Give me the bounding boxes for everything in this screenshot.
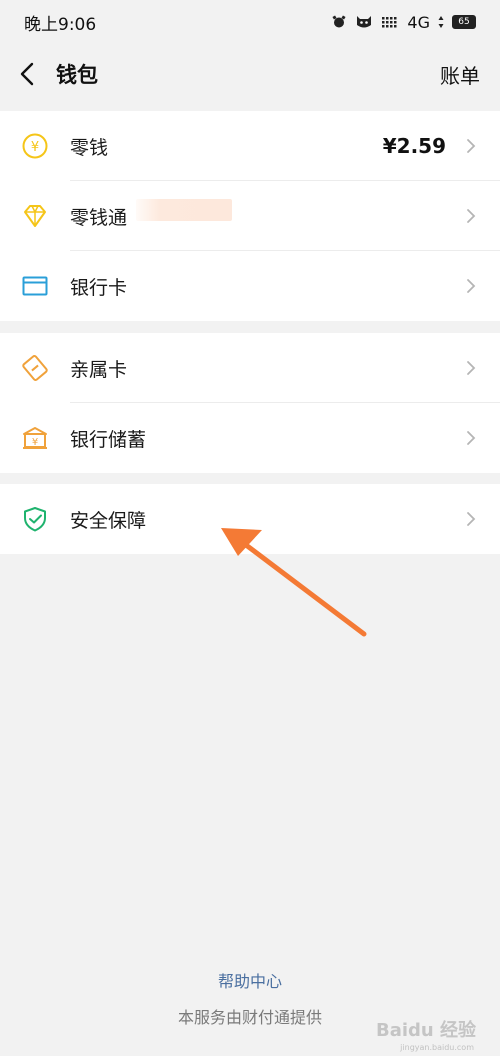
bill-link[interactable]: 账单 xyxy=(440,60,480,89)
svg-text:¥: ¥ xyxy=(32,437,38,448)
svg-text:¥: ¥ xyxy=(31,140,39,155)
status-time: 晚上9:06 xyxy=(24,14,97,35)
row-label: 银行卡 xyxy=(70,276,128,299)
page-title: 钱包 xyxy=(56,63,98,87)
chevron-right-icon xyxy=(456,484,486,554)
status-bar: 晚上9:06 4G 65 xyxy=(0,0,500,44)
watermark: Baidu 经验 xyxy=(375,1020,476,1041)
back-arrow-icon xyxy=(20,62,34,86)
row-label: 亲属卡 xyxy=(70,358,128,381)
shield-check-icon xyxy=(20,504,50,534)
redacted-patch xyxy=(136,199,232,221)
row-bank-card[interactable]: 银行卡 xyxy=(0,251,500,321)
bank-savings-icon: ¥ xyxy=(20,423,50,453)
row-change[interactable]: ¥ 零钱 ¥2.59 xyxy=(0,111,500,181)
cat-icon xyxy=(355,14,373,30)
help-center-link[interactable]: 帮助中心 xyxy=(0,968,500,992)
network-type: 4G xyxy=(407,12,430,32)
battery-icon: 65 xyxy=(452,15,476,29)
back-button[interactable] xyxy=(16,59,38,89)
wallet-group-family: 亲属卡 ¥ 银行储蓄 xyxy=(0,333,500,473)
chevron-right-icon xyxy=(456,333,486,403)
row-label: 零钱 xyxy=(70,136,109,159)
wallet-group-balance: ¥ 零钱 ¥2.59 零钱通 银行卡 xyxy=(0,111,500,321)
alarm-icon xyxy=(331,14,347,30)
row-label: 安全保障 xyxy=(70,509,147,532)
row-licaitong[interactable]: 零钱通 xyxy=(0,181,500,251)
chevron-right-icon xyxy=(456,403,486,473)
status-icons: 4G 65 xyxy=(331,13,476,32)
row-family-card[interactable]: 亲属卡 xyxy=(0,333,500,403)
row-security[interactable]: 安全保障 xyxy=(0,484,500,554)
signal-dots-icon xyxy=(381,15,399,29)
wallet-group-security: 安全保障 xyxy=(0,484,500,554)
watermark-sub: jingyan.baidu.com xyxy=(400,1043,474,1052)
row-label: 零钱通 xyxy=(70,206,128,229)
row-label: 银行储蓄 xyxy=(70,428,147,451)
chevron-right-icon xyxy=(456,251,486,321)
chevron-right-icon xyxy=(456,111,486,181)
family-card-icon xyxy=(20,353,50,383)
title-left: 钱包 xyxy=(16,59,98,89)
chevron-right-icon xyxy=(456,181,486,251)
bank-card-icon xyxy=(20,271,50,301)
diamond-icon xyxy=(20,201,50,231)
title-bar: 钱包 账单 xyxy=(0,44,500,104)
data-arrows-icon xyxy=(438,15,444,29)
yuan-coin-icon: ¥ xyxy=(20,131,50,161)
balance-value: ¥2.59 xyxy=(382,134,446,158)
row-bank-savings[interactable]: ¥ 银行储蓄 xyxy=(0,403,500,473)
